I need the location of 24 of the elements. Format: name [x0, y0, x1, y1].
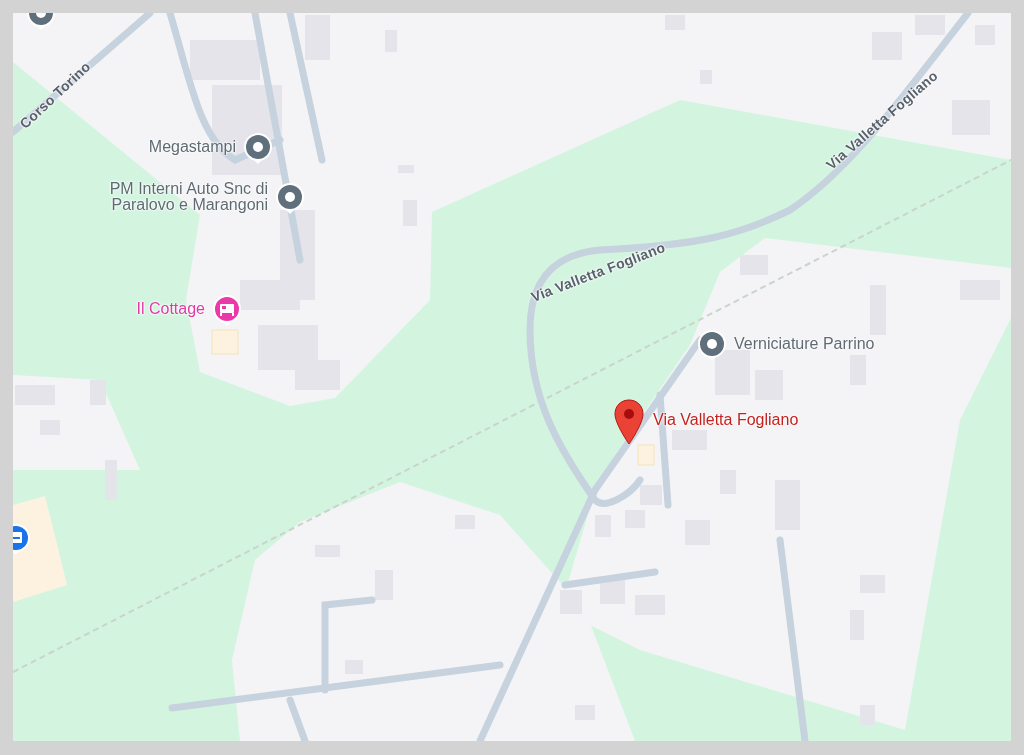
building — [190, 40, 260, 80]
building — [915, 15, 945, 35]
building — [305, 15, 330, 60]
place-label[interactable]: Il Cottage — [136, 301, 205, 317]
place-pin-icon[interactable] — [274, 181, 306, 217]
place-label[interactable]: Megastampi — [148, 139, 236, 155]
building — [375, 570, 393, 600]
location-pin-icon[interactable] — [612, 398, 646, 446]
highlighted-building — [211, 329, 239, 355]
building — [600, 580, 625, 604]
place-pin-icon[interactable] — [696, 328, 728, 364]
building — [105, 460, 117, 500]
building — [715, 350, 750, 395]
building — [90, 380, 106, 405]
highlighted-building — [637, 444, 655, 466]
place-label[interactable]: PM Interni Auto Snc di Paralovo e Marangoni — [78, 181, 268, 213]
selected-place-label[interactable]: Via Valletta Fogliano — [653, 412, 799, 428]
hotel-pin-icon[interactable] — [211, 293, 243, 329]
building — [640, 485, 662, 505]
building — [740, 255, 768, 275]
place-pin-icon[interactable] — [242, 131, 274, 167]
building — [560, 590, 582, 614]
building — [860, 705, 875, 725]
place-label[interactable]: Verniciature Parrino — [734, 336, 875, 352]
